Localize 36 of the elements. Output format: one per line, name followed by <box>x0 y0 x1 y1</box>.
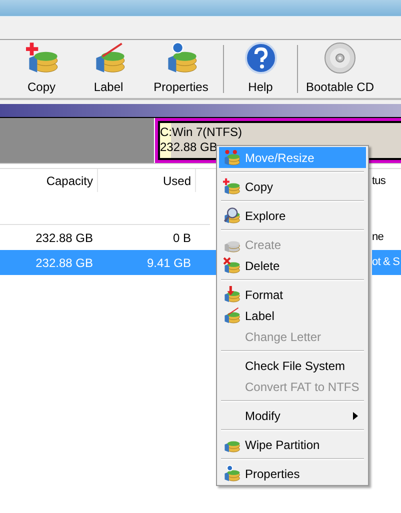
menu-item[interactable]: Wipe Partition <box>219 434 366 455</box>
column-header[interactable]: tus <box>372 169 390 192</box>
menu-item[interactable]: Modify <box>219 405 366 426</box>
help-icon <box>244 42 276 74</box>
column-header[interactable]: Used <box>98 169 196 192</box>
table-cell-text: 232.88 GB <box>34 254 94 272</box>
menu-item[interactable]: Check File System <box>219 355 366 376</box>
column-header[interactable]: Capacity <box>0 169 98 192</box>
partition-size: 232.88 GB <box>160 140 218 155</box>
info-disk-icon <box>223 465 240 482</box>
table-cell-text: 9.41 GB <box>146 254 192 272</box>
menu-item[interactable]: Format <box>219 284 366 305</box>
info-disk-icon <box>165 42 197 74</box>
delete-disk-icon <box>223 257 240 274</box>
format-disk-icon <box>223 286 240 303</box>
menu-item[interactable]: Properties <box>219 463 366 484</box>
table-cell: ot & S <box>372 250 401 275</box>
move-disk-icon <box>223 149 240 166</box>
toolbar-button[interactable]: Label <box>75 40 142 98</box>
label-disk-icon <box>223 307 240 324</box>
menu-item[interactable]: Explore <box>219 205 366 226</box>
partition-name: C:Win 7(NTFS) <box>160 125 242 140</box>
table-row[interactable]: 232.88 GB 0 B <box>0 225 216 250</box>
table-cell-text: 232.88 GB <box>34 230 94 246</box>
menu-item[interactable]: Label <box>219 305 366 326</box>
copy-disk-icon <box>26 42 58 74</box>
menu-item[interactable]: Delete <box>219 255 366 276</box>
search-icon <box>223 207 240 224</box>
copy-disk-icon <box>223 178 240 195</box>
table-cell-text: ne <box>372 230 384 246</box>
table-cell-text: 0 B <box>172 230 192 246</box>
toolbar-button[interactable]: Bootable CD <box>301 40 379 98</box>
toolbar-button[interactable]: Copy <box>8 40 75 98</box>
toolbar-button[interactable]: Properties <box>142 40 220 98</box>
menu-item[interactable]: Copy <box>219 176 366 197</box>
toolbar-button[interactable]: Help <box>227 40 294 98</box>
